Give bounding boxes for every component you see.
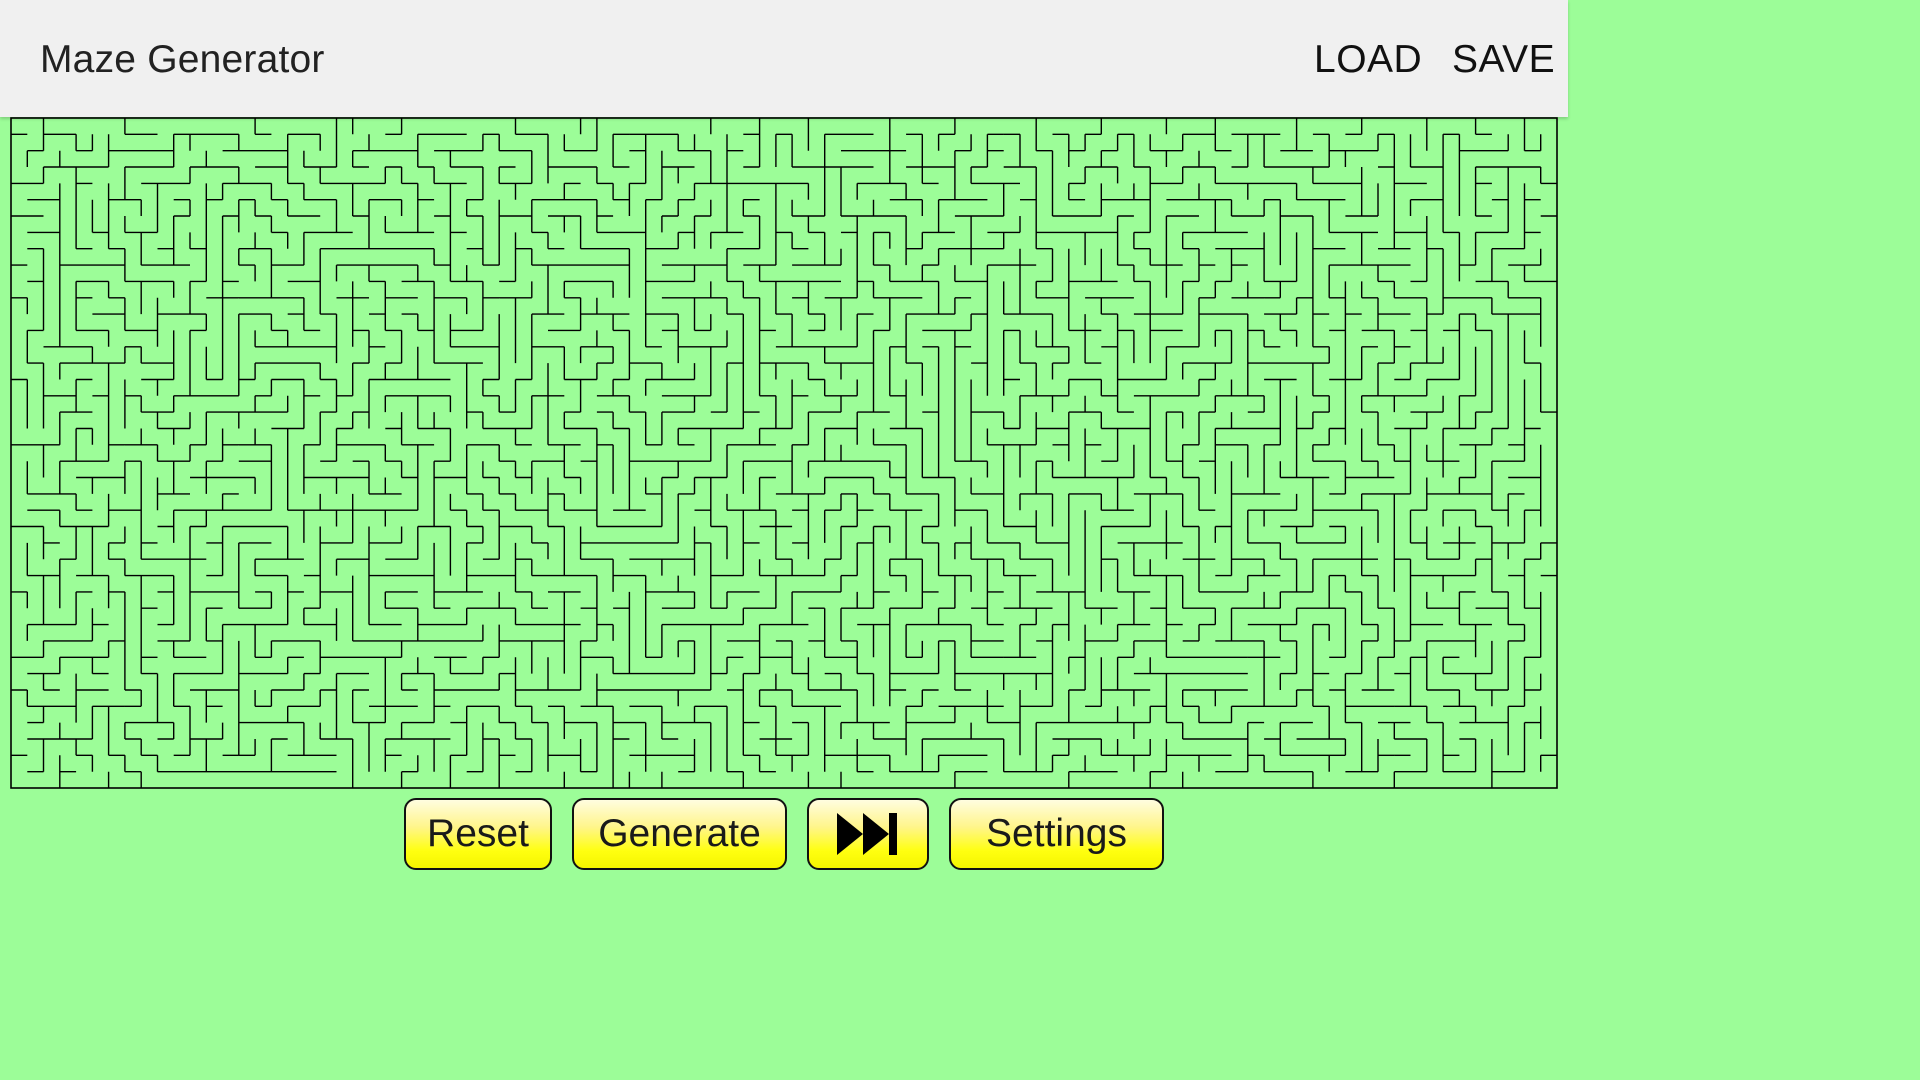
save-button[interactable]: SAVE	[1452, 38, 1555, 82]
settings-button[interactable]: Settings	[949, 798, 1164, 870]
maze-walls	[11, 118, 1557, 788]
maze-grid	[10, 117, 1558, 789]
settings-button-label: Settings	[986, 812, 1127, 855]
maze-border	[10, 117, 1558, 789]
fast-forward-to-end-icon	[837, 813, 897, 855]
app-bar: Maze Generator LOAD SAVE	[0, 0, 1568, 117]
reset-button-label: Reset	[427, 812, 529, 855]
maze-canvas[interactable]	[10, 117, 1558, 789]
generate-button[interactable]: Generate	[572, 798, 787, 870]
reset-button[interactable]: Reset	[404, 798, 552, 870]
load-button[interactable]: LOAD	[1314, 38, 1422, 82]
control-bar: Reset Generate Settings	[0, 798, 1568, 874]
skip-to-end-button[interactable]	[807, 798, 929, 870]
generate-button-label: Generate	[598, 812, 761, 855]
app-title: Maze Generator	[40, 38, 325, 81]
